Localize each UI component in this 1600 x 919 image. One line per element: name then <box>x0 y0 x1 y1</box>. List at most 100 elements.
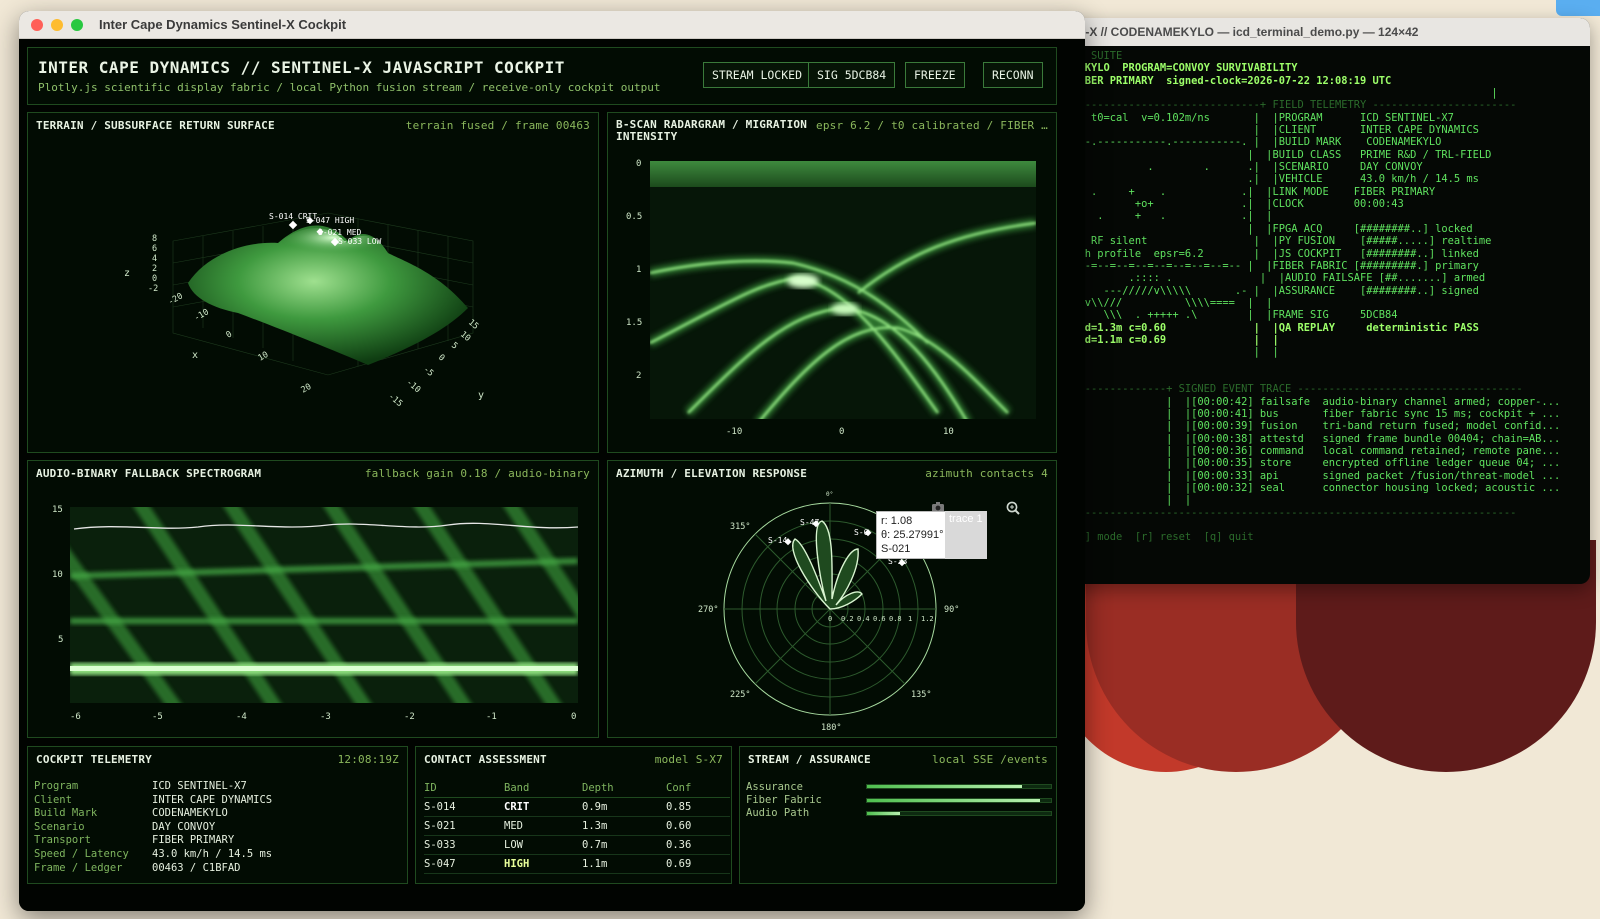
svg-text:5: 5 <box>449 341 459 352</box>
svg-text:0°: 0° <box>826 491 833 498</box>
terrain-surface-plot[interactable]: 8 6 4 2 0 -2 z -20 -10 0 10 20 x 15 10 5 <box>28 113 600 454</box>
svg-text:-3: -3 <box>320 712 331 722</box>
svg-text:0.4: 0.4 <box>857 615 870 623</box>
svg-text:90°: 90° <box>944 605 959 615</box>
contact-panel: CONTACT ASSESSMENT model S-X7 ID Band Depth… <box>415 746 732 884</box>
cockpit-content: INTER CAPE DYNAMICS // SENTINEL-X JAVASC… <box>19 39 1085 911</box>
terminal-line: epth profile epsr=6.2 | |JS COCKPIT [###… <box>1066 247 1479 260</box>
svg-text:1.2: 1.2 <box>921 615 934 623</box>
svg-text:0: 0 <box>571 712 576 722</box>
svg-text:10: 10 <box>52 570 63 580</box>
reconnect-button[interactable]: RECONN <box>983 62 1043 88</box>
spectrogram-plot[interactable]: 15 10 5 -6 -5 -4 -3 -2 -1 0 <box>28 461 600 739</box>
svg-text:20: 20 <box>300 382 314 396</box>
svg-text:1.5: 1.5 <box>626 318 642 328</box>
terminal-line: -=--=--=--=--=--=--=--=--=-- | |FIBER FA… <box>1066 259 1479 272</box>
terrain-marker <box>288 220 298 230</box>
table-row[interactable]: S-014 CRIT 0.9m 0.85 <box>424 797 730 817</box>
terrain-marker-label: S-047 HIGH <box>306 216 354 225</box>
telemetry-title: COCKPIT TELEMETRY <box>36 753 152 766</box>
zoom-window-button[interactable] <box>71 18 83 31</box>
stream-panel: STREAM / ASSURANCE local SSE /events Assu… <box>739 746 1057 884</box>
cockpit-window[interactable]: Inter Cape Dynamics Sentinel-X Cockpit I… <box>19 11 1085 911</box>
svg-text:4: 4 <box>152 254 157 264</box>
trace-label: trace 1 <box>945 511 987 559</box>
svg-text:S-47: S-47 <box>800 518 819 527</box>
terminal-line: | | <box>1066 494 1192 507</box>
svg-text:135°: 135° <box>911 690 931 700</box>
svg-text:0: 0 <box>152 274 157 284</box>
desktop-dock-corner <box>1556 0 1600 16</box>
telemetry-row: Program ICD SENTINEL-X7 <box>34 780 247 792</box>
polar-plot[interactable]: S-47 S-14 S-0 S-33 0° 315° 270° 225° 180… <box>608 461 1058 739</box>
svg-text:-1: -1 <box>486 712 497 722</box>
stream-locked-button[interactable]: STREAM LOCKED <box>703 62 812 88</box>
terrain-marker-label: S-033 LOW <box>338 237 382 246</box>
close-window-button[interactable] <box>31 18 43 31</box>
page-subtitle: Plotly.js scientific display fabric / lo… <box>38 81 661 94</box>
svg-text:-2: -2 <box>404 712 415 722</box>
zoom-icon[interactable] <box>1006 501 1020 515</box>
svg-text:2: 2 <box>636 371 641 381</box>
svg-text:-10: -10 <box>404 378 422 396</box>
svg-text:8: 8 <box>152 234 157 244</box>
terminal-line: -------------------------------+ FIELD T… <box>1066 99 1517 112</box>
table-header-row: ID Band Depth Conf <box>424 778 730 798</box>
terminal-line: . + . .| | <box>1066 210 1273 223</box>
svg-text:S-14: S-14 <box>768 536 787 545</box>
tooltip-theta: θ: 25.27991° <box>881 529 944 541</box>
table-row[interactable]: S-033 LOW 0.7m 0.36 <box>424 835 730 855</box>
svg-text:0: 0 <box>436 353 446 364</box>
terminal-line: | <box>1066 87 1498 100</box>
svg-text:x: x <box>192 350 198 361</box>
terminal-window[interactable]: l-X // CODENAMEKYLO — icd_terminal_demo.… <box>1060 18 1590 584</box>
terminal-line: and | |[00:00:33] api signed packet /fus… <box>1066 469 1561 482</box>
svg-text:-10: -10 <box>193 307 211 323</box>
svg-text:-6: -6 <box>70 712 81 722</box>
terminal-line: AMEKYLO PROGRAM=CONVOY SURVIVABILITY <box>1066 62 1298 75</box>
terminal-line: + +o+ .| |CLOCK 00:00:43 <box>1066 198 1404 211</box>
stream-title: STREAM / ASSURANCE <box>748 753 871 766</box>
telemetry-row: Transport FIBER PRIMARY <box>34 834 235 847</box>
telemetry-row: Client INTER CAPE DYNAMICS <box>34 793 273 806</box>
telemetry-list: Program ICD SENTINEL-X7 Client INTER CAPE … <box>34 780 272 875</box>
terminal-line: ION SUITE <box>1066 50 1123 62</box>
svg-text:-2: -2 <box>148 284 158 294</box>
terminal-line: + .| |VEHICLE 43.0 km/h / 14.5 ms <box>1066 173 1479 186</box>
svg-text:-15: -15 <box>386 392 404 410</box>
spectrogram-panel: AUDIO-BINARY FALLBACK SPECTROGRAM fallbac… <box>27 460 599 738</box>
fiber-fabric-bar: Fiber Fabric <box>746 793 1052 806</box>
polar-panel: AZIMUTH / ELEVATION RESPONSE azimuth cont… <box>607 460 1057 738</box>
svg-text:-5: -5 <box>152 712 163 722</box>
window-titlebar[interactable]: Inter Cape Dynamics Sentinel-X Cockpit <box>19 11 1085 39</box>
svg-text:0: 0 <box>828 615 832 623</box>
terminal-line: ore | |[00:00:38] attestd signed frame b… <box>1066 432 1561 445</box>
terminal-line: x+ . + . .| |LINK MODE FIBER PRIMARY <box>1066 185 1436 198</box>
table-row[interactable]: S-021 MED 1.3m 0.60 <box>424 816 730 836</box>
table-row[interactable]: S-047 HIGH 1.1m 0.69 <box>424 854 730 874</box>
svg-text:z: z <box>124 268 130 279</box>
bscan-radargram[interactable]: 0 0.5 1 1.5 2 -10 0 10 <box>608 113 1058 454</box>
svg-text:5: 5 <box>58 635 63 645</box>
contact-meta: model S-X7 <box>654 753 723 766</box>
terminal-line: ///v\\/// \\\\==== | | <box>1066 296 1273 309</box>
minimize-window-button[interactable] <box>51 18 63 31</box>
freeze-button[interactable]: FREEZE <box>905 62 965 88</box>
telemetry-time: 12:08:19Z <box>337 753 399 766</box>
telemetry-row: Frame / Ledger 00463 / C1BFAD <box>34 861 241 874</box>
terminal-output: ION SUITE AMEKYLO PROGRAM=CONVOY SURVIVAB… <box>1060 46 1590 544</box>
svg-text:0: 0 <box>636 159 641 169</box>
svg-text:-5: -5 <box>421 365 435 379</box>
terminal-line: B | RF silent | |PY FUSION [#####.....] … <box>1066 235 1492 248</box>
svg-text:0: 0 <box>839 427 844 437</box>
bscan-panel: B-SCAN RADARGRAM / MIGRATION INTENSITY ep… <box>607 112 1057 453</box>
terminal-line: ----------------+ SIGNED EVENT TRACE ---… <box>1066 383 1523 396</box>
terminal-line: | |[00:00:42] failsafe audio-binary chan… <box>1066 395 1561 408</box>
terminal-line: .:::: . | |AUDIO FAILSAFE [##.......] ar… <box>1066 272 1486 285</box>
svg-text:-4: -4 <box>236 712 247 722</box>
signature-button[interactable]: SIG 5DCB84 <box>808 62 896 88</box>
terminal-line: =FIBER PRIMARY signed-clock=2026-07-22 1… <box>1066 74 1392 87</box>
terminal-line: ---/////v\\\\\ .- | |ASSURANCE [########… <box>1066 284 1479 297</box>
